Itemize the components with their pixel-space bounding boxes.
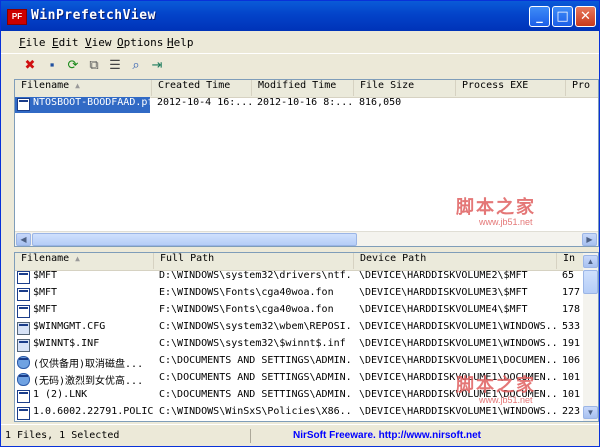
table-row[interactable]: $WINMGMT.CFG C:\WINDOWS\system32\wbem\RE… xyxy=(15,321,585,337)
minimize-button[interactable]: _ xyxy=(529,6,550,27)
scroll-thumb[interactable] xyxy=(583,270,598,294)
app-window: PF WinPrefetchView _ □ ✕ File Edit View … xyxy=(0,0,600,447)
file-icon xyxy=(17,288,30,301)
delete-icon[interactable]: ✖ xyxy=(21,56,39,74)
column-device-path[interactable]: Device Path xyxy=(354,253,557,269)
column-created-time[interactable]: Created Time xyxy=(152,80,252,96)
column-filename[interactable]: Filename ▲ xyxy=(15,253,154,269)
scroll-thumb[interactable] xyxy=(32,233,357,246)
menu-view[interactable]: View xyxy=(85,36,112,49)
config-file-icon xyxy=(17,322,30,335)
scroll-up-icon[interactable]: ▲ xyxy=(583,255,598,268)
copy-icon[interactable]: ⧉ xyxy=(85,56,103,74)
find-icon[interactable]: ⌕ xyxy=(127,56,145,74)
column-filename[interactable]: Filename ▲ xyxy=(15,80,152,96)
refresh-icon[interactable]: ⟳ xyxy=(64,56,82,74)
column-file-size[interactable]: File Size xyxy=(354,80,456,96)
column-process-path[interactable]: Pro xyxy=(566,80,598,96)
list-header: Filename ▲ Created Time Modified Time Fil… xyxy=(15,80,598,98)
file-icon xyxy=(17,390,30,403)
list-item-details[interactable]: 2012-10-4 16:... 2012-10-16 8:... 816,05… xyxy=(15,97,598,113)
exit-icon[interactable]: ⇥ xyxy=(148,56,166,74)
vertical-scrollbar[interactable]: ▲ ▼ xyxy=(583,253,598,421)
table-row[interactable]: $MFT D:\WINDOWS\system32\drivers\ntf... … xyxy=(15,270,585,286)
table-row[interactable]: 1.0.6002.22791.POLICY... C:\WINDOWS\WinS… xyxy=(15,406,585,421)
scroll-down-icon[interactable]: ▼ xyxy=(583,406,598,419)
scroll-left-icon[interactable]: ◀ xyxy=(16,233,31,246)
scroll-right-icon[interactable]: ▶ xyxy=(582,233,597,246)
file-icon xyxy=(17,305,30,318)
watermark-text: 脚本之家 xyxy=(456,197,536,218)
app-icon: PF xyxy=(7,9,27,25)
horizontal-scrollbar[interactable]: ◀ ▶ xyxy=(15,231,598,246)
title-bar[interactable]: PF WinPrefetchView _ □ ✕ xyxy=(1,1,599,31)
list-header: Filename ▲ Full Path Device Path In xyxy=(15,253,587,271)
column-modified-time[interactable]: Modified Time xyxy=(252,80,354,96)
status-selection-count: 1 Files, 1 Selected xyxy=(5,429,251,443)
close-button[interactable]: ✕ xyxy=(575,6,596,27)
status-bar: 1 Files, 1 Selected NirSoft Freeware. ht… xyxy=(1,424,599,446)
menu-options[interactable]: Options xyxy=(117,36,163,49)
properties-icon[interactable]: ☰ xyxy=(106,56,124,74)
nirsoft-link[interactable]: NirSoft Freeware. http://www.nirsoft.net xyxy=(293,429,481,443)
table-row[interactable]: $MFT E:\WINDOWS\Fonts\cga40woa.fon \DEVI… xyxy=(15,287,585,303)
file-icon xyxy=(17,271,30,284)
menu-file[interactable]: File xyxy=(19,36,46,49)
menu-help[interactable]: Help xyxy=(167,36,194,49)
window-title: WinPrefetchView xyxy=(31,8,156,23)
table-row[interactable]: $MFT F:\WINDOWS\Fonts\cga40woa.fon \DEVI… xyxy=(15,304,585,320)
shortcut-icon xyxy=(17,356,30,369)
watermark-text: 脚本之家 xyxy=(456,375,536,396)
file-icon xyxy=(17,407,30,420)
menu-bar: File Edit View Options Help xyxy=(1,34,599,52)
maximize-button[interactable]: □ xyxy=(552,6,573,27)
column-full-path[interactable]: Full Path xyxy=(154,253,354,269)
table-row[interactable]: (仅供备用)取消磁盘... C:\DOCUMENTS AND SETTINGS\… xyxy=(15,355,585,371)
setup-info-icon xyxy=(17,339,30,352)
save-icon[interactable]: ▪ xyxy=(43,56,61,74)
menu-edit[interactable]: Edit xyxy=(52,36,79,49)
shortcut-icon xyxy=(17,373,30,386)
watermark-url: www.jb51.net xyxy=(479,395,533,405)
table-row[interactable]: $WINNT$.INF C:\WINDOWS\system32\$winnt$.… xyxy=(15,338,585,354)
toolbar: ✖ ▪ ⟳ ⧉ ☰ ⌕ ⇥ xyxy=(1,53,599,76)
column-process-exe[interactable]: Process EXE xyxy=(456,80,566,96)
watermark-url: www.jb51.net xyxy=(479,217,533,227)
